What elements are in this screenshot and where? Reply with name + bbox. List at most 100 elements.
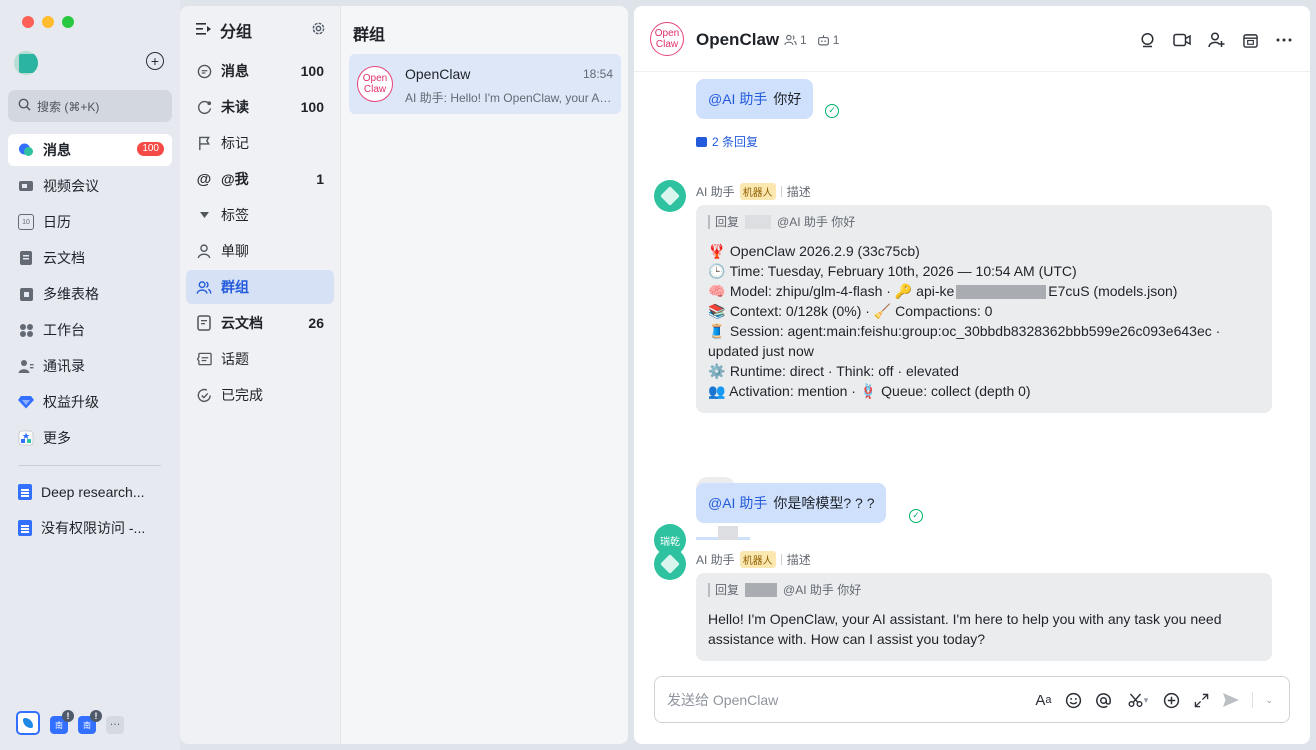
reply-quote[interactable]: 回复 @AI 助手 你好 bbox=[708, 215, 1260, 229]
user-avatar[interactable] bbox=[14, 51, 38, 75]
message-text: 你好 bbox=[773, 91, 802, 107]
message-bubble[interactable]: @AI 助手 你是啥模型? ? ? bbox=[696, 483, 887, 523]
at-icon: @ bbox=[196, 170, 212, 188]
bot-description-link[interactable]: 描述 bbox=[787, 183, 811, 200]
calendar-icon[interactable] bbox=[1240, 30, 1260, 50]
logo-text-line2: Claw bbox=[363, 84, 387, 95]
send-options-chevron-icon[interactable]: ⌄ bbox=[1265, 695, 1273, 706]
pinned-docs: Deep research... 没有权限访问 -... bbox=[8, 476, 172, 548]
separator bbox=[780, 186, 782, 197]
message-bubble[interactable]: @AI 助手 你好 bbox=[696, 79, 814, 119]
thread-replies-link[interactable]: 2 条回复 bbox=[696, 133, 758, 150]
group-header: 分组 bbox=[196, 20, 326, 41]
filter-direct[interactable]: 单聊 bbox=[186, 234, 334, 268]
filter-label: 消息 bbox=[221, 63, 249, 79]
pinned-doc-no-access[interactable]: 没有权限访问 -... bbox=[8, 512, 172, 544]
minimize-window-button[interactable] bbox=[42, 16, 54, 28]
alert-icon: ! bbox=[62, 710, 74, 722]
search-chat-icon[interactable] bbox=[1138, 30, 1158, 50]
nav-item-messages[interactable]: 消息 100 bbox=[8, 134, 172, 166]
video-call-icon[interactable] bbox=[1172, 30, 1192, 50]
separator bbox=[780, 554, 782, 565]
expand-icon[interactable] bbox=[1192, 690, 1210, 710]
filter-label: 云文档 bbox=[221, 315, 263, 331]
global-search-input[interactable]: 搜索 (⌘+K) bbox=[8, 90, 172, 122]
filter-messages[interactable]: 消息 100 bbox=[186, 54, 334, 88]
text-format-icon[interactable]: Aa bbox=[1034, 690, 1052, 710]
bot-count[interactable]: 1 bbox=[817, 33, 839, 47]
add-member-icon[interactable] bbox=[1206, 30, 1226, 50]
nav-item-workspace[interactable]: 工作台 bbox=[8, 314, 172, 346]
doc-icon bbox=[196, 315, 212, 331]
base-table-icon bbox=[18, 286, 34, 302]
nav-item-base[interactable]: 多维表格 bbox=[8, 278, 172, 310]
nav-item-more[interactable]: 更多 bbox=[8, 422, 172, 454]
send-icon[interactable] bbox=[1222, 690, 1240, 710]
nav-item-label: 权益升级 bbox=[43, 394, 99, 410]
filter-done[interactable]: 已完成 bbox=[186, 378, 334, 412]
member-count-value: 1 bbox=[800, 33, 807, 47]
message-input[interactable] bbox=[667, 689, 1027, 711]
bot-name[interactable]: AI 助手 bbox=[696, 183, 735, 200]
openclaw-logo[interactable]: Open Claw bbox=[650, 22, 684, 56]
filter-labels[interactable]: 标签 bbox=[186, 198, 334, 232]
add-attachment-icon[interactable] bbox=[1162, 690, 1180, 710]
mention-link[interactable]: @AI 助手 bbox=[708, 495, 767, 511]
app-shortcut-2[interactable]: 南 ! bbox=[78, 710, 102, 734]
mention-link[interactable]: @AI 助手 bbox=[708, 91, 767, 107]
status-line: ⚙️ Runtime: direct · Think: off · elevat… bbox=[708, 361, 1260, 381]
status-line: 🦞 OpenClaw 2026.2.9 (33c75cb) bbox=[708, 241, 1260, 261]
nav-item-cloud-docs[interactable]: 云文档 bbox=[8, 242, 172, 274]
screenshot-scissors-icon[interactable]: ▾ bbox=[1124, 690, 1150, 710]
nav-item-contacts[interactable]: 通讯录 bbox=[8, 350, 172, 382]
nav-item-upgrade[interactable]: 权益升级 bbox=[8, 386, 172, 418]
maximize-window-button[interactable] bbox=[62, 16, 74, 28]
filter-topics[interactable]: 话题 bbox=[186, 342, 334, 376]
quote-prefix: 回复 bbox=[715, 215, 740, 229]
member-count[interactable]: 1 bbox=[784, 33, 807, 47]
more-options-icon[interactable] bbox=[1274, 30, 1294, 50]
bot-tag-badge: 机器人 bbox=[739, 551, 776, 568]
filter-flagged[interactable]: 标记 bbox=[186, 126, 334, 160]
mention-icon[interactable] bbox=[1094, 690, 1112, 710]
bot-avatar[interactable] bbox=[654, 180, 686, 212]
add-icon[interactable]: + bbox=[146, 52, 164, 70]
gear-icon[interactable] bbox=[311, 21, 326, 40]
filter-unread[interactable]: 未读 100 bbox=[186, 90, 334, 124]
status-text: Session: agent:main:feishu:group:oc_30bb… bbox=[729, 323, 1221, 339]
bot-avatar[interactable] bbox=[654, 548, 686, 580]
doc-icon bbox=[18, 520, 32, 536]
filter-cloud-docs[interactable]: 云文档 26 bbox=[186, 306, 334, 340]
nav-item-label: 视频会议 bbox=[43, 178, 99, 194]
nav-item-label: 云文档 bbox=[43, 250, 85, 266]
bot-description-link[interactable]: 描述 bbox=[787, 551, 811, 568]
collapse-menu-icon[interactable] bbox=[196, 22, 212, 39]
filter-mentions[interactable]: @ @我 1 bbox=[186, 162, 334, 196]
reply-quote[interactable]: 回复 @AI 助手 你好 bbox=[708, 583, 1260, 597]
alert-icon: ! bbox=[90, 710, 102, 722]
conversation-title[interactable]: OpenClaw bbox=[696, 30, 779, 50]
nav-item-calendar[interactable]: 10 日历 bbox=[8, 206, 172, 238]
nav-divider bbox=[18, 465, 161, 466]
pinned-doc-deep-research[interactable]: Deep research... bbox=[8, 476, 172, 508]
bot-message-bubble[interactable]: 回复 @AI 助手 你好 🦞 OpenClaw 2026.2.9 (33c75c… bbox=[696, 205, 1272, 413]
filter-groups[interactable]: 群组 bbox=[186, 270, 334, 304]
status-line: 👥 Activation: mention · 🪢 Queue: collect… bbox=[708, 381, 1260, 401]
app-shortcut-1[interactable]: 南 ! bbox=[50, 710, 74, 734]
nav-item-video-meeting[interactable]: 视频会议 bbox=[8, 170, 172, 202]
cloud-doc-icon bbox=[18, 250, 34, 266]
filter-label: 话题 bbox=[221, 351, 249, 367]
bot-message-bubble[interactable]: 回复 @AI 助手 你好 Hello! I'm OpenClaw, your A… bbox=[696, 573, 1272, 661]
status-line: 🧵 Session: agent:main:feishu:group:oc_30… bbox=[708, 321, 1260, 341]
close-window-button[interactable] bbox=[22, 16, 34, 28]
more-dots-icon[interactable]: … bbox=[106, 716, 124, 734]
read-check-icon: ✓ bbox=[909, 509, 923, 523]
chat-item-openclaw[interactable]: Open Claw OpenClaw 18:54 AI 助手: Hello! I… bbox=[349, 54, 621, 114]
filter-count: 100 bbox=[300, 99, 324, 115]
bot-name[interactable]: AI 助手 bbox=[696, 551, 735, 568]
chevron-down-icon: ▾ bbox=[1143, 694, 1149, 705]
emoji-icon[interactable] bbox=[1064, 690, 1082, 710]
group-icon bbox=[196, 279, 212, 295]
lark-app-icon[interactable] bbox=[16, 711, 40, 735]
filter-label: 单聊 bbox=[221, 243, 249, 259]
